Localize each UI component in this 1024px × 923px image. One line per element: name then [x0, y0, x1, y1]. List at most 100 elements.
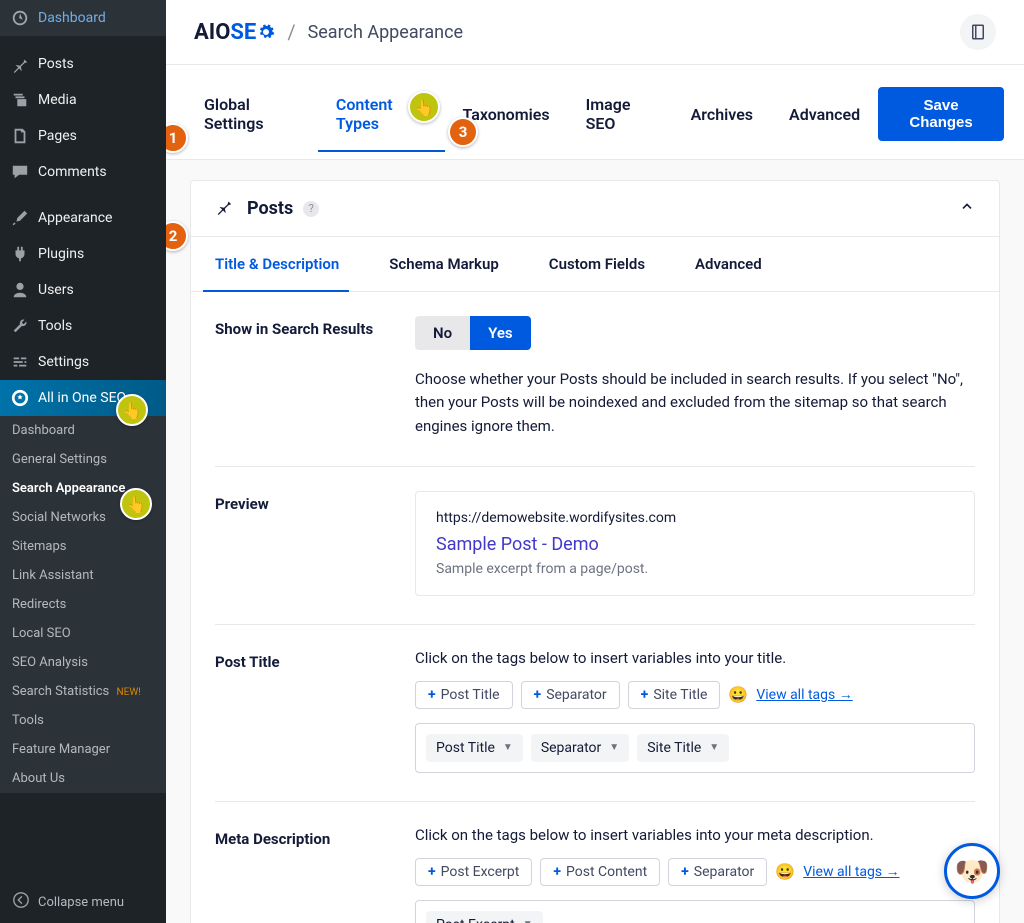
- view-all-tags-link[interactable]: View all tags →: [756, 686, 852, 703]
- title-add-chips: +Post Title +Separator +Site Title 😀 Vie…: [415, 681, 975, 709]
- header-docs-button[interactable]: [960, 14, 996, 50]
- toggle-no[interactable]: No: [415, 316, 470, 350]
- value-chip[interactable]: Separator▼: [531, 734, 629, 762]
- meta-add-chips: +Post Excerpt +Post Content +Separator 😀…: [415, 858, 975, 886]
- chip-label: Separator: [546, 687, 606, 703]
- sliders-icon: [10, 352, 30, 372]
- submenu-seo-analysis[interactable]: SEO Analysis: [0, 648, 166, 677]
- pages-icon: [10, 126, 30, 146]
- menu-plugins[interactable]: Plugins: [0, 236, 166, 272]
- menu-label: Pages: [38, 128, 77, 144]
- tutorial-cursor-2: 👆: [120, 488, 152, 520]
- submenu-search-stats[interactable]: Search Statistics NEW!: [0, 677, 166, 706]
- row-hint: Click on the tags below to insert variab…: [415, 649, 975, 667]
- tutorial-cursor-3: 👆: [408, 91, 440, 123]
- menu-tools[interactable]: Tools: [0, 308, 166, 344]
- plug-icon: [10, 244, 30, 264]
- value-chip[interactable]: Post Title▼: [426, 734, 523, 762]
- menu-users[interactable]: Users: [0, 272, 166, 308]
- menu-appearance[interactable]: Appearance: [0, 200, 166, 236]
- aioseo-submenu: Dashboard General Settings Search Appear…: [0, 416, 166, 793]
- menu-posts[interactable]: Posts: [0, 46, 166, 82]
- row-label: Meta Description: [215, 826, 415, 923]
- chip-label: Post Content: [566, 864, 647, 880]
- chip-label: Site Title: [653, 687, 707, 703]
- row-hint: Click on the tags below to insert variab…: [415, 826, 975, 844]
- menu-media[interactable]: Media: [0, 82, 166, 118]
- chip-label: Separator: [694, 864, 754, 880]
- meta-description-input[interactable]: Post Excerpt▼: [415, 900, 975, 923]
- value-chip[interactable]: Site Title▼: [637, 734, 729, 762]
- tabs-row: Global Settings Content Types Taxonomies…: [166, 65, 1024, 160]
- help-icon[interactable]: ?: [303, 201, 319, 217]
- submenu-redirects[interactable]: Redirects: [0, 590, 166, 619]
- card-title: Posts: [247, 198, 293, 219]
- subtab-advanced[interactable]: Advanced: [695, 237, 784, 291]
- subtab-schema[interactable]: Schema Markup: [389, 237, 521, 291]
- menu-pages[interactable]: Pages: [0, 118, 166, 154]
- menu-label: Users: [38, 282, 74, 298]
- row-label: Show in Search Results: [215, 316, 415, 438]
- posts-card: Posts ? Title & Description Schema Marku…: [190, 180, 1000, 923]
- emoji-picker-button[interactable]: 😀: [728, 685, 748, 704]
- submenu-feature-manager[interactable]: Feature Manager: [0, 735, 166, 764]
- subtab-custom-fields[interactable]: Custom Fields: [549, 237, 667, 291]
- value-chip[interactable]: Post Excerpt▼: [426, 911, 543, 923]
- tutorial-marker-3: 3: [448, 117, 478, 147]
- posts-subtabs: Title & Description Schema Markup Custom…: [191, 237, 999, 292]
- submenu-general[interactable]: General Settings: [0, 445, 166, 474]
- aioseo-icon: [10, 388, 30, 408]
- menu-comments[interactable]: Comments: [0, 154, 166, 190]
- add-chip-separator[interactable]: +Separator: [668, 858, 767, 886]
- submenu-local-seo[interactable]: Local SEO: [0, 619, 166, 648]
- menu-settings[interactable]: Settings: [0, 344, 166, 380]
- collapse-menu[interactable]: Collapse menu: [0, 881, 166, 923]
- logo-text-b: SE: [230, 20, 256, 45]
- tab-archives[interactable]: Archives: [673, 105, 771, 142]
- row-show-in-search: Show in Search Results No Yes Choose whe…: [215, 316, 975, 467]
- toggle-yes[interactable]: Yes: [470, 316, 531, 350]
- logo-text-a: AIO: [194, 20, 230, 45]
- user-icon: [10, 280, 30, 300]
- support-chat-button[interactable]: 🐶: [944, 843, 1000, 899]
- preview-url: https://demowebsite.wordifysites.com: [436, 510, 954, 526]
- add-chip-separator[interactable]: +Separator: [521, 681, 620, 709]
- row-label: Preview: [215, 491, 415, 596]
- menu-label: All in One SEO: [38, 390, 126, 406]
- submenu-tools[interactable]: Tools: [0, 706, 166, 735]
- save-changes-button[interactable]: Save Changes: [878, 87, 1004, 141]
- tab-image-seo[interactable]: Image SEO: [568, 95, 673, 151]
- wrench-icon: [10, 316, 30, 336]
- row-post-title: Post Title Click on the tags below to in…: [215, 649, 975, 802]
- chevron-up-icon: [959, 198, 975, 219]
- post-title-input[interactable]: Post Title▼ Separator▼ Site Title▼: [415, 723, 975, 773]
- tab-global-settings[interactable]: Global Settings: [186, 95, 318, 151]
- tab-advanced[interactable]: Advanced: [771, 105, 878, 142]
- menu-label: Plugins: [38, 246, 84, 262]
- gear-icon: [257, 23, 275, 41]
- menu-aioseo[interactable]: All in One SEO 👆: [0, 380, 166, 416]
- chip-label: Post Title: [436, 740, 495, 756]
- chevron-down-icon: ▼: [709, 742, 719, 753]
- brush-icon: [10, 208, 30, 228]
- pin-icon: [215, 197, 233, 220]
- posts-card-header[interactable]: Posts ?: [191, 181, 999, 237]
- media-icon: [10, 90, 30, 110]
- comments-icon: [10, 162, 30, 182]
- pin-icon: [10, 54, 30, 74]
- subtab-title-description[interactable]: Title & Description: [215, 237, 361, 291]
- add-chip-post-title[interactable]: +Post Title: [415, 681, 513, 709]
- chevron-down-icon: ▼: [609, 742, 619, 753]
- add-chip-post-excerpt[interactable]: +Post Excerpt: [415, 858, 532, 886]
- submenu-about[interactable]: About Us: [0, 764, 166, 793]
- emoji-picker-button[interactable]: 😀: [775, 862, 795, 881]
- add-chip-post-content[interactable]: +Post Content: [540, 858, 660, 886]
- menu-dashboard[interactable]: Dashboard: [0, 0, 166, 36]
- submenu-sitemaps[interactable]: Sitemaps: [0, 532, 166, 561]
- view-all-tags-link[interactable]: View all tags →: [803, 863, 899, 880]
- chevron-down-icon: ▼: [523, 919, 533, 923]
- submenu-link-assistant[interactable]: Link Assistant: [0, 561, 166, 590]
- menu-label: Posts: [38, 56, 74, 72]
- add-chip-site-title[interactable]: +Site Title: [628, 681, 721, 709]
- row-preview: Preview https://demowebsite.wordifysites…: [215, 491, 975, 625]
